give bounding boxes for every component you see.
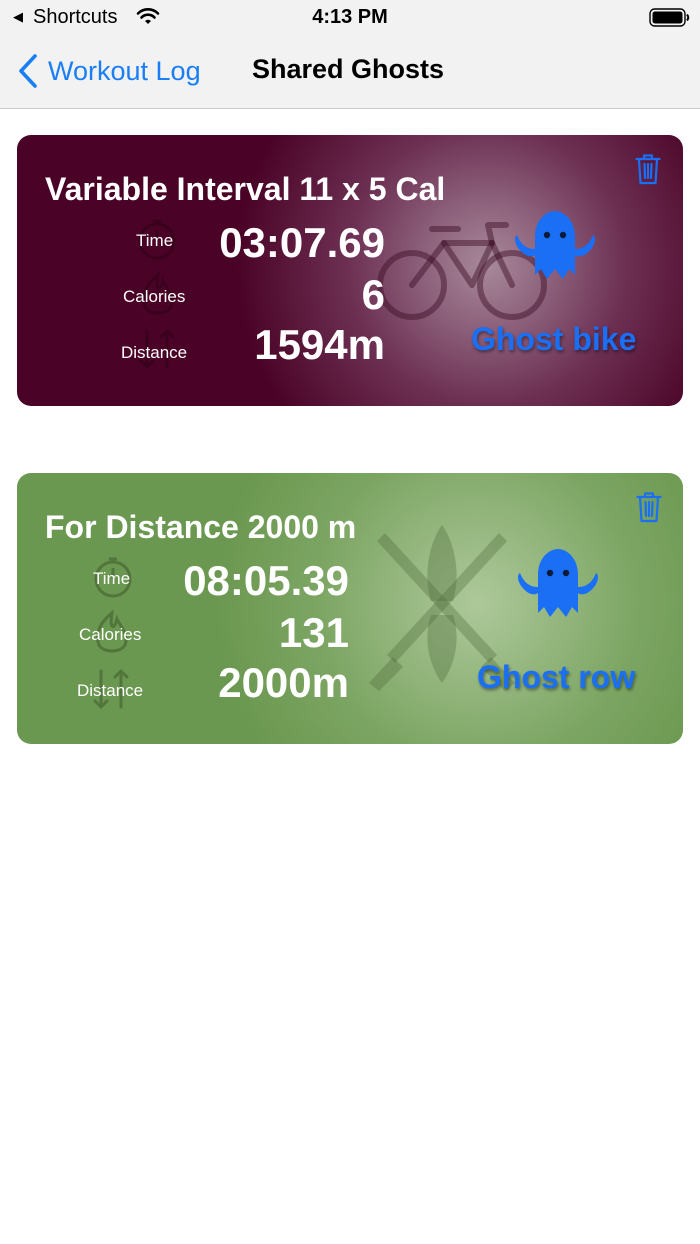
status-bar: ◀ Shortcuts 4:13 PM: [0, 0, 700, 36]
time-label: Time: [136, 231, 174, 250]
time-value: 08:05.39: [183, 557, 349, 604]
calories-label: Calories: [123, 287, 186, 306]
ghost-bike-button[interactable]: Ghost bike: [471, 321, 636, 358]
card-title: For Distance 2000 m: [45, 509, 357, 545]
navigation-bar: Workout Log Shared Ghosts: [0, 36, 700, 109]
time-label: Time: [93, 569, 131, 588]
back-button-label: Workout Log: [48, 55, 201, 86]
calories-value: 6: [361, 271, 385, 318]
distance-label: Distance: [77, 681, 144, 700]
ghost-icon: [515, 211, 595, 279]
ghost-icon: [518, 549, 598, 617]
distance-value: 2000m: [218, 659, 349, 706]
distance-label: Distance: [121, 343, 188, 362]
battery-icon: [649, 8, 691, 33]
calories-value: 131: [278, 609, 349, 656]
time-value: 03:07.69: [219, 219, 385, 266]
card-title: Variable Interval 11 x 5 Cal: [45, 171, 446, 207]
chevron-left-icon: [19, 54, 37, 88]
calories-label: Calories: [79, 625, 142, 644]
ghost-card-row[interactable]: For Distance 2000 m Time 08:05.39 Calori…: [17, 473, 683, 744]
trash-icon[interactable]: [635, 153, 661, 185]
trash-icon[interactable]: [636, 491, 662, 523]
ghost-card-bike[interactable]: Variable Interval 11 x 5 Cal Time 03:07.…: [17, 135, 683, 406]
status-time: 4:13 PM: [312, 6, 388, 28]
page-title: Shared Ghosts: [252, 54, 445, 84]
ghost-row-button[interactable]: Ghost row: [477, 659, 635, 696]
back-button[interactable]: Workout Log: [18, 51, 201, 91]
distance-value: 1594m: [254, 321, 385, 368]
